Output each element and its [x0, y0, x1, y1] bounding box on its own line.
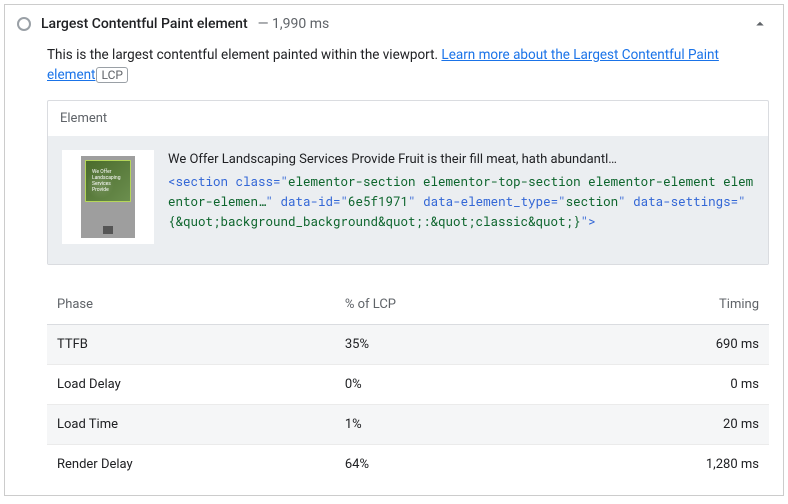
lcp-chip: LCP: [96, 67, 127, 83]
col-phase: Phase: [47, 285, 335, 325]
audit-timing: — 1,990 ms: [258, 16, 330, 32]
snippet-code: <section class="elementor-section elemen…: [168, 172, 754, 232]
col-pct: % of LCP: [335, 285, 549, 325]
element-card: Element We Offer LandscapingServices Pro…: [47, 100, 769, 265]
col-timing: Timing: [549, 285, 769, 325]
chevron-up-icon[interactable]: [751, 15, 769, 33]
table-row: TTFB 35% 690 ms: [47, 324, 769, 364]
table-row: Render Delay 64% 1,280 ms: [47, 444, 769, 484]
audit-description: This is the largest contentful element p…: [47, 45, 769, 86]
element-card-header: Element: [48, 101, 768, 136]
audit-title: Largest Contentful Paint element: [41, 16, 248, 32]
element-thumbnail: We Offer LandscapingServices Provide: [62, 150, 154, 244]
audit-body: This is the largest contentful element p…: [5, 43, 783, 498]
description-text: This is the largest contentful element p…: [47, 47, 441, 63]
table-row: Load Time 1% 20 ms: [47, 404, 769, 444]
table-row: Load Delay 0% 0 ms: [47, 364, 769, 404]
element-card-body: We Offer LandscapingServices Provide We …: [48, 136, 768, 264]
status-icon: [17, 17, 31, 31]
phase-table: Phase % of LCP Timing TTFB 35% 690 ms Lo…: [47, 285, 769, 484]
lcp-audit-panel: Largest Contentful Paint element — 1,990…: [4, 4, 784, 496]
snippet-text: We Offer Landscaping Services Provide Fr…: [168, 150, 754, 171]
element-snippet: We Offer Landscaping Services Provide Fr…: [168, 150, 754, 244]
audit-header[interactable]: Largest Contentful Paint element — 1,990…: [5, 5, 783, 43]
